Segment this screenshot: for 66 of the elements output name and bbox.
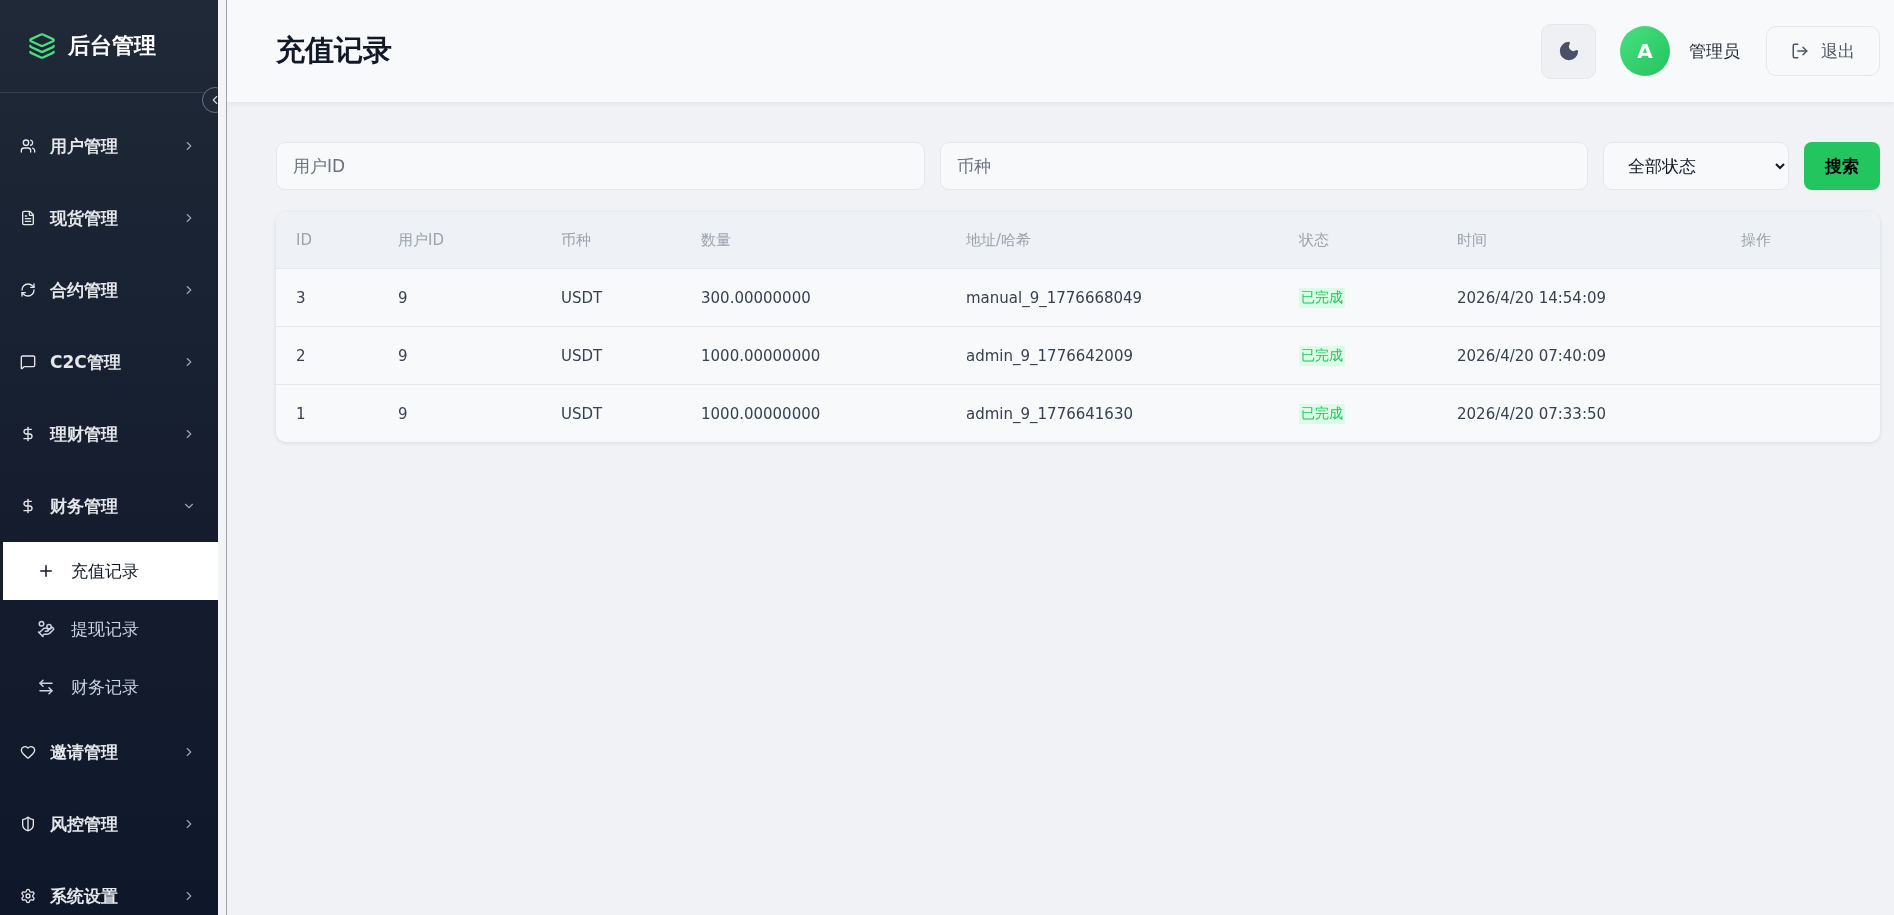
submenu-item[interactable]: 提现记录 xyxy=(3,600,218,658)
column-header: 状态 xyxy=(1299,230,1330,250)
sidebar-item-label: 理财管理 xyxy=(50,422,119,446)
submenu-item[interactable]: 充值记录 xyxy=(3,542,218,600)
table-cell-text: 9 xyxy=(398,346,409,365)
sidebar-item-label: 用户管理 xyxy=(50,134,119,158)
sidebar-item-label: 邀请管理 xyxy=(50,740,119,764)
table-cell-text: 9 xyxy=(398,404,409,423)
sidebar-item-label: 财务管理 xyxy=(50,494,119,518)
table-cell-text: manual_9_1776668049 xyxy=(966,288,1144,307)
submenu-icon xyxy=(37,620,55,638)
status-badge: 已完成 xyxy=(1299,345,1345,366)
status-badge: 已完成 xyxy=(1299,287,1345,308)
sidebar-item-label: 风控管理 xyxy=(50,812,119,836)
logout-button[interactable]: 退出 xyxy=(1766,26,1880,76)
sidebar-item[interactable]: 理财管理 xyxy=(0,398,218,470)
column-header: 用户ID xyxy=(398,230,445,250)
table-cell-text: 3 xyxy=(296,288,307,307)
submenu-item[interactable]: 财务记录 xyxy=(3,658,218,716)
sidebar-item[interactable]: C2C管理 xyxy=(0,326,218,398)
table-cell-text: USDT xyxy=(561,404,604,423)
column-header: 币种 xyxy=(561,230,592,250)
page-title: 充值记录 xyxy=(276,32,393,69)
submenu-icon xyxy=(37,562,55,580)
search-button[interactable]: 搜索 xyxy=(1804,142,1880,190)
sidebar-item-label: C2C管理 xyxy=(50,350,122,374)
status-badge: 已完成 xyxy=(1299,403,1345,424)
table-cell-text: 2026/4/20 14:54:09 xyxy=(1457,288,1608,307)
user-name: 管理员 xyxy=(1689,39,1740,63)
column-header: 时间 xyxy=(1457,230,1488,250)
avatar: A xyxy=(1620,26,1670,76)
table-cell-text: 300.00000000 xyxy=(701,288,812,307)
sidebar-item[interactable]: 财务管理 xyxy=(0,470,218,542)
logo-text: 后台管理 xyxy=(68,32,156,60)
sidebar-item-label: 现货管理 xyxy=(50,206,119,230)
table-cell-text: 1 xyxy=(296,404,307,423)
column-header: 数量 xyxy=(701,230,732,250)
table-cell-text: 2 xyxy=(296,346,307,365)
layers-icon xyxy=(28,32,56,60)
moon-icon xyxy=(1557,40,1580,62)
table-cell-text: 1000.00000000 xyxy=(701,404,822,423)
status-select[interactable]: 全部状态 xyxy=(1603,142,1789,190)
sidebar-item[interactable]: 用户管理 xyxy=(0,110,218,182)
sidebar-item[interactable]: 邀请管理 xyxy=(0,716,218,788)
table-cell-text: 9 xyxy=(398,288,409,307)
table-cell-text: USDT xyxy=(561,346,604,365)
table-cell-text: 1000.00000000 xyxy=(701,346,822,365)
submenu-icon xyxy=(37,678,55,696)
sidebar-item[interactable]: 风控管理 xyxy=(0,788,218,860)
table-cell-text: admin_9_1776641630 xyxy=(966,404,1134,423)
sidebar-item[interactable]: 系统设置 xyxy=(0,860,218,915)
sidebar-item[interactable]: 现货管理 xyxy=(0,182,218,254)
sidebar-item[interactable]: 合约管理 xyxy=(0,254,218,326)
logout-icon xyxy=(1791,42,1809,60)
currency-field[interactable]: 币种 xyxy=(939,142,1588,190)
column-header: 地址/哈希 xyxy=(966,230,1033,250)
theme-toggle-button[interactable] xyxy=(1541,23,1596,79)
sidebar-item-label: 合约管理 xyxy=(50,278,119,302)
user-id-field[interactable]: 用户ID xyxy=(276,142,925,190)
column-header: 操作 xyxy=(1741,230,1772,250)
column-header: ID xyxy=(296,231,313,249)
table-cell-text: 2026/4/20 07:40:09 xyxy=(1457,346,1608,365)
sidebar-item-label: 系统设置 xyxy=(50,884,119,908)
table-cell-text: 2026/4/20 07:33:50 xyxy=(1457,404,1608,423)
table-cell-text: admin_9_1776642009 xyxy=(966,346,1134,365)
table-cell-text: USDT xyxy=(561,288,604,307)
